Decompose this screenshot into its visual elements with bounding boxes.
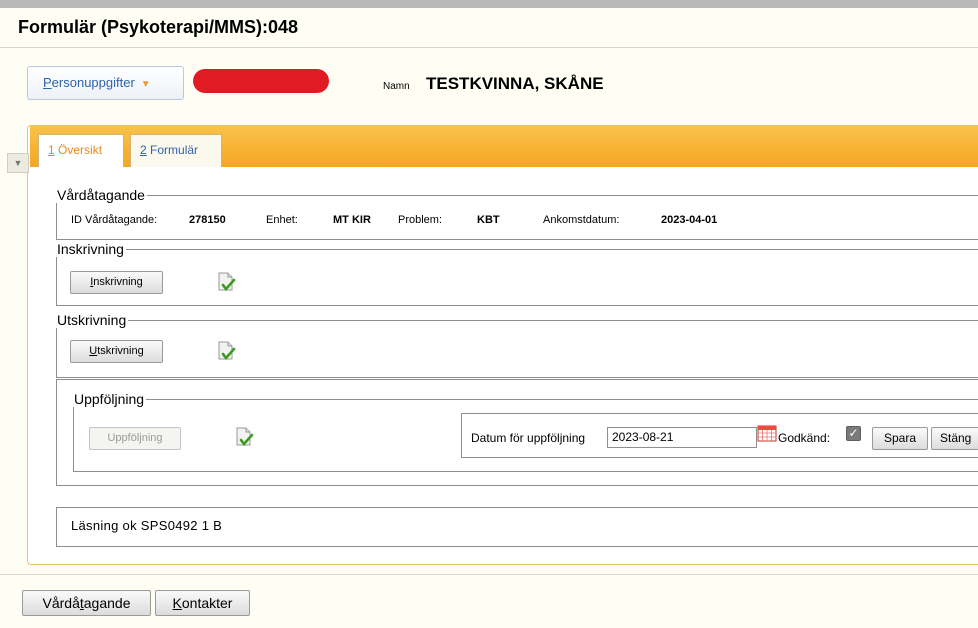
footer-divider bbox=[0, 574, 978, 575]
utskrivning-button[interactable]: Utskrivning bbox=[70, 340, 163, 363]
godkand-label: Godkänd: bbox=[778, 431, 831, 445]
tab-oversikt-label: Översikt bbox=[58, 143, 103, 157]
enhet-label: Enhet: bbox=[266, 214, 298, 226]
inskrivning-button[interactable]: Inskrivning bbox=[70, 271, 163, 294]
personuppgifter-label: Personuppgifter bbox=[43, 75, 135, 90]
chevron-down-icon: ▼ bbox=[140, 79, 151, 90]
vardatagande-legend: Vårdåtagande bbox=[57, 187, 145, 203]
calendar-icon[interactable] bbox=[757, 424, 777, 442]
page-title: Formulär (Psykoterapi/MMS):048 bbox=[18, 17, 299, 37]
tab-formular[interactable]: 2 Formulär bbox=[130, 134, 222, 167]
collapse-toggle-icon[interactable]: ▼ bbox=[7, 153, 29, 173]
datum-uppfoljning-label: Datum för uppföljning bbox=[471, 431, 586, 445]
enhet-value: MT KIR bbox=[333, 214, 371, 226]
personuppgifter-dropdown[interactable]: Personuppgifter ▼ bbox=[27, 66, 184, 100]
patient-name: TESTKVINNA, SKÅNE bbox=[426, 74, 604, 93]
vardatagande-button[interactable]: Vårdåtagande bbox=[22, 590, 151, 616]
uppfoljning-legend: Uppföljning bbox=[74, 391, 145, 407]
stang-button[interactable]: Stäng bbox=[931, 427, 978, 450]
godkand-checkbox[interactable]: ✓ bbox=[846, 426, 861, 441]
tab-formular-key: 2 bbox=[140, 143, 147, 157]
tab-formular-label: Formulär bbox=[150, 143, 199, 157]
window-top-border bbox=[0, 0, 978, 8]
kontakter-button[interactable]: Kontakter bbox=[155, 590, 250, 616]
inskrivning-section: Inskrivning bbox=[56, 241, 978, 306]
uppfoljning-button[interactable]: Uppföljning bbox=[89, 427, 181, 450]
ankomstdatum-value: 2023-04-01 bbox=[661, 214, 718, 226]
inskrivning-legend: Inskrivning bbox=[57, 241, 124, 257]
namn-label: Namn bbox=[383, 81, 410, 92]
document-check-icon bbox=[236, 427, 254, 447]
id-vardatagande-value: 278150 bbox=[189, 214, 226, 226]
problem-value: KBT bbox=[477, 214, 500, 226]
header-divider bbox=[0, 47, 978, 48]
document-check-icon bbox=[218, 272, 236, 292]
utskrivning-legend: Utskrivning bbox=[57, 312, 127, 328]
utskrivning-section: Utskrivning bbox=[56, 312, 978, 378]
tab-oversikt-key: 1 bbox=[48, 143, 55, 157]
tab-oversikt[interactable]: 1 Översikt bbox=[38, 134, 124, 167]
document-check-icon bbox=[218, 341, 236, 361]
id-vardatagande-label: ID Vårdåtagande: bbox=[71, 214, 158, 226]
problem-label: Problem: bbox=[398, 214, 443, 226]
spara-button[interactable]: Spara bbox=[872, 427, 928, 450]
redacted-personnummer bbox=[193, 69, 329, 93]
ankomstdatum-label: Ankomstdatum: bbox=[543, 214, 620, 226]
datum-uppfoljning-input[interactable]: 2023-08-21 bbox=[607, 427, 757, 448]
status-message: Läsning ok SPS0492 1 B bbox=[71, 518, 223, 533]
